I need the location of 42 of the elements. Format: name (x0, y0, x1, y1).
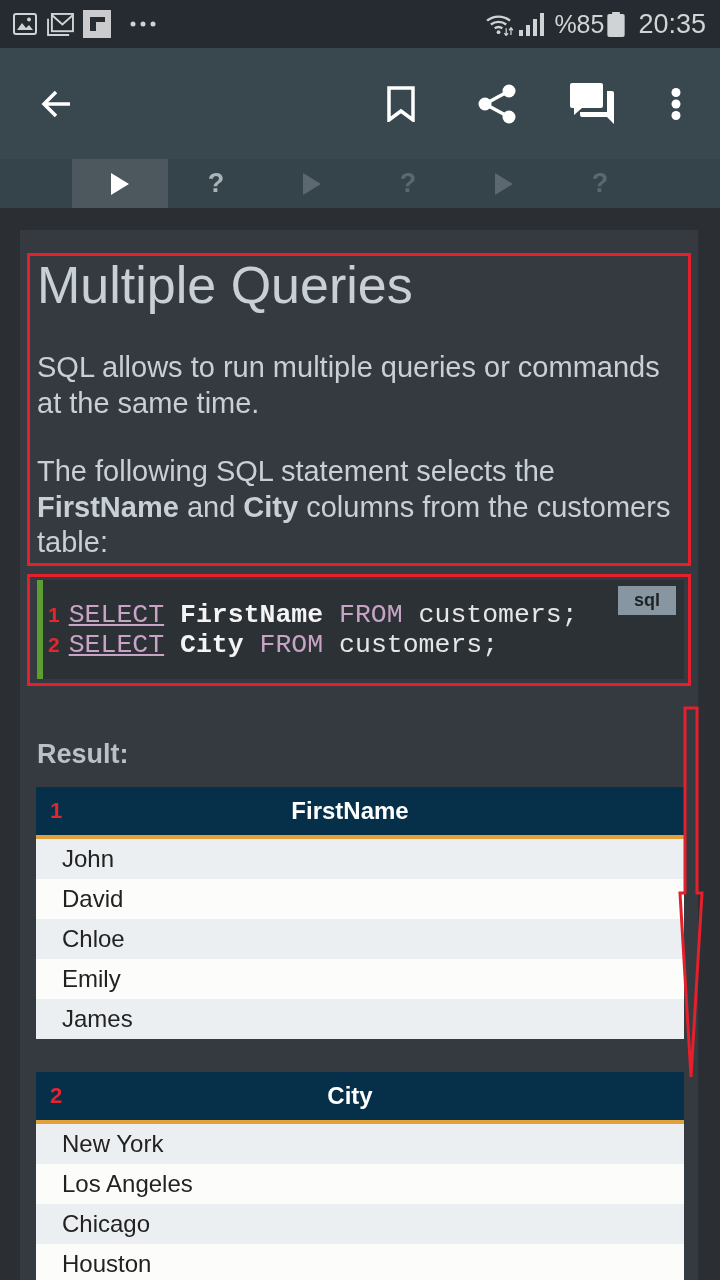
paragraph: The following SQL statement selects the FirstName and City columns from the customers table: (37, 454, 672, 560)
table-cell: John (36, 839, 684, 879)
lesson-title: Multiple Queries (37, 256, 414, 314)
mail-icon (47, 12, 74, 36)
quiz-tab[interactable]: ? (552, 159, 648, 208)
quiz-tab[interactable]: ? (360, 159, 456, 208)
result-number: 2 (49, 1082, 64, 1110)
line-number: 1 (48, 601, 60, 628)
battery-icon (607, 11, 626, 37)
gallery-icon (13, 13, 37, 35)
result-heading: Result: (37, 737, 130, 770)
share-icon[interactable] (478, 83, 516, 124)
tile-icon (83, 10, 111, 38)
paragraph: SQL allows to run multiple queries or commands at the same time. (37, 350, 661, 421)
play-icon (111, 172, 129, 195)
line-number: 2 (48, 631, 60, 658)
play-icon (495, 172, 513, 195)
signal-icon (518, 12, 545, 36)
clock: 20:35 (638, 9, 706, 39)
language-badge: sql (618, 585, 676, 615)
code-line: SELECT City FROM customers; (68, 629, 499, 660)
lesson-tab[interactable] (72, 159, 168, 208)
battery-percentage: %85 (554, 9, 605, 39)
column-heading: City (326, 1081, 374, 1111)
more-icon[interactable] (671, 87, 681, 120)
table-cell: Chloe (36, 919, 684, 959)
play-icon (303, 172, 321, 195)
result-number: 1 (49, 797, 64, 825)
dots-icon (130, 21, 156, 27)
table-cell: Emily (36, 959, 684, 999)
chat-icon[interactable] (570, 83, 614, 124)
table-cell: David (36, 879, 684, 919)
table-cell: James (36, 999, 684, 1039)
table-cell: Houston (36, 1244, 684, 1280)
bookmark-icon[interactable] (387, 85, 415, 122)
wifi-icon (485, 12, 515, 36)
table-cell: Chicago (36, 1204, 684, 1244)
quiz-tab[interactable]: ? (168, 159, 264, 208)
code-line: SELECT FirstName FROM customers; (68, 599, 578, 630)
table-cell: New York (36, 1124, 684, 1164)
table-cell: Los Angeles (36, 1164, 684, 1204)
column-heading: FirstName (290, 796, 410, 826)
